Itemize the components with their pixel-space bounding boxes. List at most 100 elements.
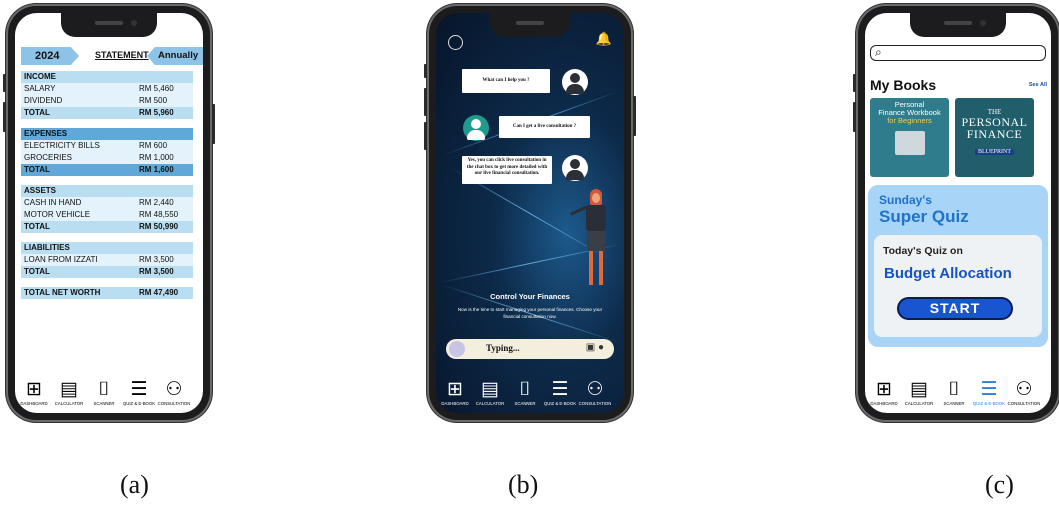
nav-item-calculator[interactable]: ▤ CALCULATOR [50,379,88,406]
table-row: TOTAL NET WORTH RM 47,490 [21,287,193,299]
nav-label: DASHBOARD [20,401,48,406]
nav-label: CALCULATOR [904,401,934,406]
avatar-bot-icon [562,69,588,95]
row-label: LIABILITIES [24,243,70,252]
nav-item-dashboard[interactable]: ⊞ DASHBOARD [15,379,53,406]
table-spacer [21,176,193,185]
table-row: LOAN FROM IZZATI RM 3,500 [21,254,193,266]
row-value: RM 5,460 [139,84,174,93]
row-label: ELECTRICITY BILLS [24,141,100,150]
row-label: TOTAL NET WORTH [24,288,101,297]
quiz-today-label: Today's Quiz on [883,245,963,257]
nav-item-consultation[interactable]: ⚇ CONSULTATION [155,379,193,406]
calculator-illustration [894,131,925,155]
section-title: My Books [870,77,937,93]
book-title-line: for Beginners [887,116,932,125]
nav-label: CALCULATOR [54,401,84,406]
calculator-icon: ▤ [910,379,928,400]
scanner-icon: ⌷ [519,379,531,400]
table-spacer [21,119,193,128]
quiz-topic: Budget Allocation [884,265,1012,282]
bottom-nav: ⊞ DASHBOARD ▤ CALCULATOR ⌷ SCANNER ☰ QUIZ & E-B… [865,375,1051,413]
table-row: INCOME [21,71,193,83]
nav-item-scanner[interactable]: ⌷ SCANNER [85,379,123,406]
row-value: RM 600 [139,141,168,150]
user-avatar-icon [449,341,465,357]
table-spacer [21,233,193,242]
row-label: TOTAL [24,165,50,174]
nav-item-scanner[interactable]: ⌷ SCANNER [935,379,973,406]
nav-label: DASHBOARD [441,401,469,406]
row-value: RM 1,000 [139,153,174,162]
nav-item-quiz-e-book[interactable]: ☰ QUIZ & E-BOOK [541,379,579,406]
start-button[interactable]: START [897,297,1013,320]
row-value: RM 2,440 [139,198,174,207]
search-input[interactable]: ⌕ [870,45,1046,61]
see-all-link[interactable]: See All [1029,82,1047,88]
nav-item-quiz-e-book[interactable]: ☰ QUIZ & E-BOOK [970,379,1008,406]
nav-label: QUIZ & E-BOOK [122,401,156,406]
quiz-title: Super Quiz [879,207,969,226]
row-label: EXPENSES [24,129,68,138]
row-label: MOTOR VEHICLE [24,210,91,219]
table-row: MOTOR VEHICLE RM 48,550 [21,209,193,221]
nav-item-quiz-e-book[interactable]: ☰ QUIZ & E-BOOK [120,379,158,406]
phone-statement: 2024 STATEMENT Annually INCOME SALARY RM 5… [3,4,215,422]
book-card[interactable]: THE PERSONAL FINANCE BLUEPRINT [955,98,1034,177]
nav-label: CALCULATOR [475,401,505,406]
nav-item-dashboard[interactable]: ⊞ DASHBOARD [865,379,903,406]
avatar-user-icon [463,115,489,141]
chat-input[interactable]: Typing... ▣ ● [446,339,614,359]
nav-item-consultation[interactable]: ⚇ CONSULTATION [1005,379,1043,406]
statement-screen: 2024 STATEMENT Annually INCOME SALARY RM 5… [15,13,203,413]
dashboard-icon: ⊞ [26,379,42,400]
consultant-illustration [570,189,616,289]
consultation-icon: ⚇ [1015,379,1033,400]
nav-label: QUIZ & E-BOOK [972,401,1006,406]
row-value: RM 50,990 [139,222,179,231]
row-label: DIVIDEND [24,96,63,105]
table-row: SALARY RM 5,460 [21,83,193,95]
book-card[interactable]: Personal Finance Workbook for Beginners [870,98,949,177]
statement-header: 2024 STATEMENT Annually [21,47,203,65]
nav-item-consultation[interactable]: ⚇ CONSULTATION [576,379,614,406]
table-row: TOTAL RM 1,600 [21,164,193,176]
caption-b: (b) [508,470,539,499]
microphone-icon[interactable]: ● [598,342,604,353]
nav-label: CONSULTATION [1007,401,1041,406]
row-value: RM 500 [139,96,168,105]
year-selector[interactable]: 2024 [21,47,79,65]
nav-item-calculator[interactable]: ▤ CALCULATOR [471,379,509,406]
ebook-icon: ☰ [130,379,148,400]
avatar-bot-icon [562,155,588,181]
period-selector[interactable]: Annually [147,47,203,65]
ebook-icon: ☰ [551,379,569,400]
nav-item-scanner[interactable]: ⌷ SCANNER [506,379,544,406]
caption-c: (c) [985,470,1014,499]
nav-label: SCANNER [943,401,965,406]
nav-item-dashboard[interactable]: ⊞ DASHBOARD [436,379,474,406]
scanner-icon: ⌷ [948,379,960,400]
table-row: CASH IN HAND RM 2,440 [21,197,193,209]
row-label: SALARY [24,84,56,93]
chat-screen: 🔔 What can I help you ? Can I get a live… [436,13,624,413]
ebook-icon: ☰ [980,379,998,400]
table-row: DIVIDEND RM 500 [21,95,193,107]
settings-icon[interactable] [448,35,463,50]
table-row: TOTAL RM 3,500 [21,266,193,278]
nav-label: QUIZ & E-BOOK [543,401,577,406]
promo-text: Now is the time to start managing your p… [457,307,603,319]
row-label: TOTAL [24,267,50,276]
phone-books: ⌕ My Books See All Personal Finance Work… [853,4,1059,422]
bell-icon[interactable]: 🔔 [596,31,612,47]
table-row: LIABILITIES [21,242,193,254]
table-row: GROCERIES RM 1,000 [21,152,193,164]
table-row: TOTAL RM 50,990 [21,221,193,233]
camera-icon[interactable]: ▣ [586,342,595,353]
nav-label: CONSULTATION [157,401,191,406]
nav-item-calculator[interactable]: ▤ CALCULATOR [900,379,938,406]
row-value: RM 47,490 [139,288,179,297]
dashboard-icon: ⊞ [876,379,892,400]
quiz-day: Sunday's [879,193,932,207]
chat-bubble-bot-2: Yes, you can click live consultation in … [462,156,552,184]
